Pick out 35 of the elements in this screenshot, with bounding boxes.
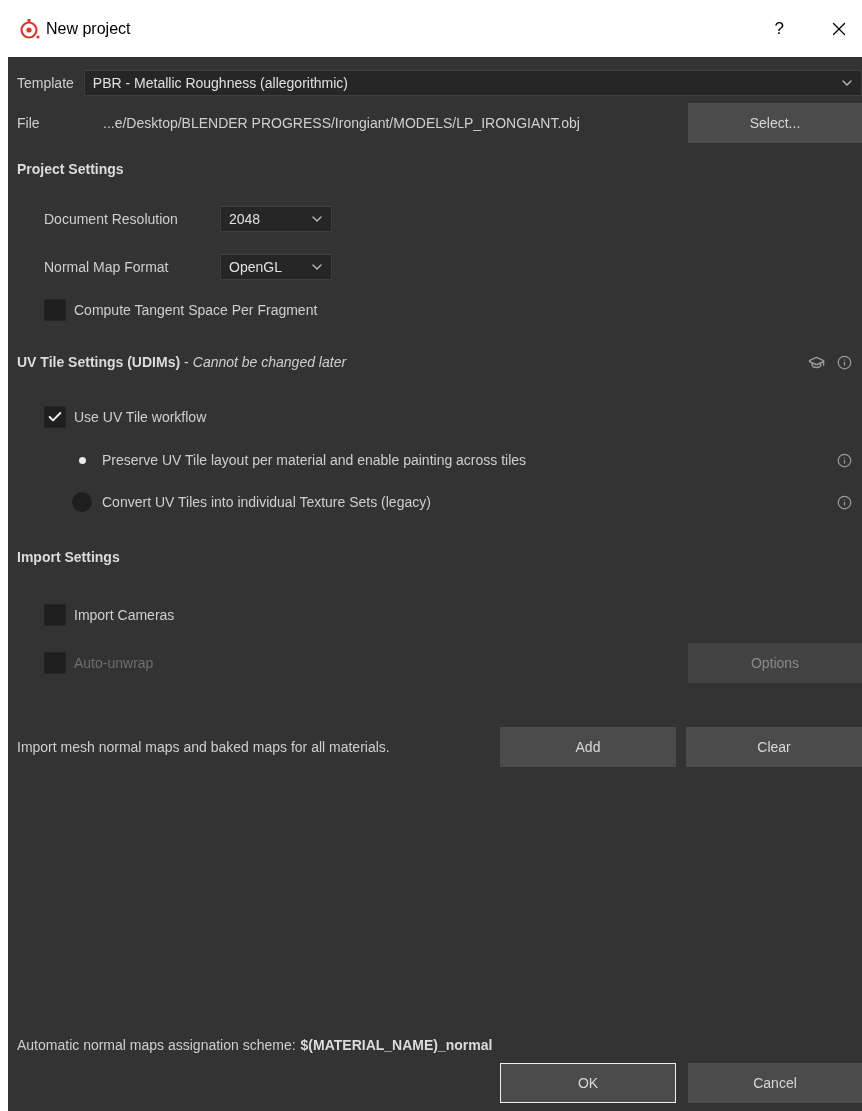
checkbox-label: Compute Tangent Space Per Fragment [74, 302, 318, 318]
checkbox-label: Use UV Tile workflow [74, 409, 207, 425]
info-icon[interactable] [837, 452, 852, 468]
app-logo-icon [20, 17, 40, 40]
scheme-value: $(MATERIAL_NAME)_normal [300, 1037, 493, 1053]
template-dropdown[interactable]: PBR - Metallic Roughness (allegorithmic) [83, 70, 862, 96]
help-button[interactable]: ? [774, 18, 784, 39]
section-heading: UV Tile Settings (UDIMs) [17, 354, 181, 370]
field-label: Document Resolution [44, 211, 179, 227]
file-label: File [17, 115, 41, 131]
dropdown[interactable]: 2048 [220, 206, 332, 232]
info-icon[interactable] [837, 354, 852, 370]
checkbox-label: Import Cameras [74, 607, 175, 623]
select-button[interactable]: Select... [688, 103, 862, 143]
clear-button[interactable]: Clear [686, 727, 862, 767]
checkbox[interactable] [44, 406, 66, 428]
field-label: Normal Map Format [44, 259, 170, 275]
separator-dash: - [184, 354, 189, 370]
scheme-label: Automatic normal maps assignation scheme: [17, 1037, 296, 1053]
section-heading: Import Settings [17, 549, 120, 565]
add-button[interactable]: Add [500, 727, 676, 767]
radio-label: Preserve UV Tile layout per material and enable painting across tiles [102, 452, 527, 468]
cancel-button[interactable]: Cancel [688, 1063, 862, 1103]
ok-button[interactable]: OK [500, 1063, 676, 1103]
checkbox-label: Auto-unwrap [74, 655, 154, 671]
template-label: Template [17, 75, 74, 91]
window-title: New project [46, 19, 132, 38]
section-note: Cannot be changed later [192, 354, 347, 370]
section-heading: Project Settings [17, 161, 124, 177]
dropdown[interactable]: OpenGL [220, 254, 332, 280]
instruction-text: Import mesh normal maps and baked maps for all materials. [17, 739, 391, 755]
radio-dot [78, 456, 86, 464]
file-path: ...e/Desktop/BLENDER PROGRESS/Irongiant/MODELS/LP_IRONGIANT.obj [103, 115, 581, 131]
radio-label: Convert UV Tiles into individual Texture Sets (legacy) [102, 494, 431, 510]
info-icon[interactable] [837, 494, 852, 510]
